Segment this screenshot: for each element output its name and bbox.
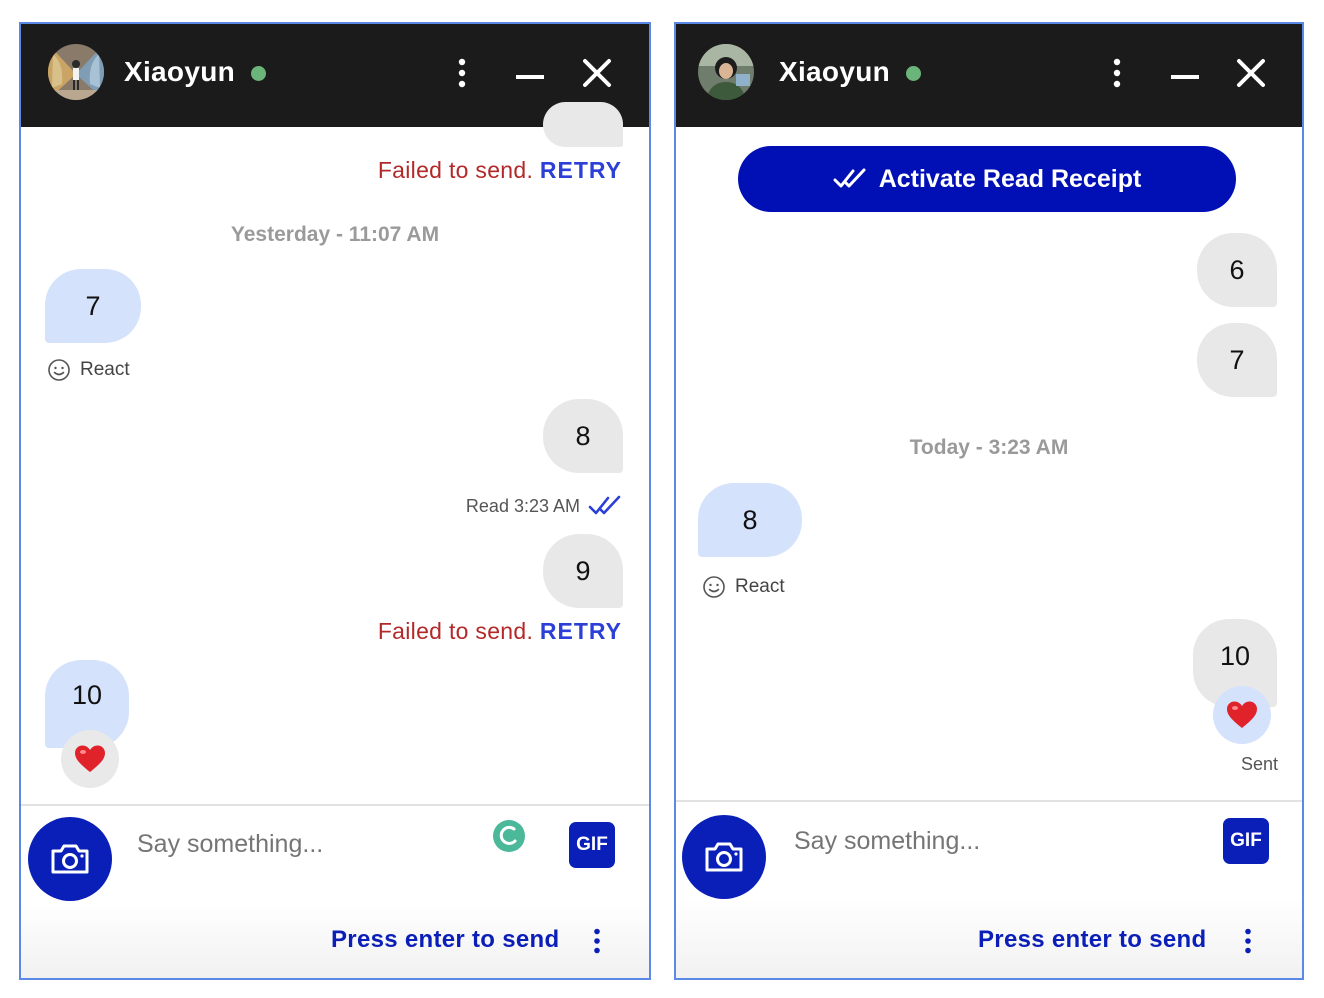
more-options-icon[interactable] bbox=[457, 58, 467, 93]
sent-message-bubble[interactable]: 8 bbox=[543, 399, 623, 473]
received-message-bubble[interactable]: 7 bbox=[45, 269, 141, 343]
online-status-dot bbox=[906, 66, 921, 81]
heart-icon bbox=[1227, 701, 1257, 728]
sent-message-bubble[interactable]: 6 bbox=[1197, 233, 1277, 307]
retry-button[interactable]: RETRY bbox=[540, 618, 622, 644]
online-status-dot bbox=[251, 66, 266, 81]
smiley-icon bbox=[48, 359, 70, 381]
retry-button[interactable]: RETRY bbox=[540, 157, 622, 183]
contact-name[interactable]: Xiaoyun bbox=[779, 56, 890, 88]
partial-message-bubble bbox=[543, 102, 623, 147]
message-input[interactable] bbox=[137, 830, 457, 859]
composer-more-icon[interactable] bbox=[592, 928, 602, 959]
react-label: React bbox=[80, 359, 130, 380]
chat-window-left: Xiaoyun Failed to send. RETRY Yesterday … bbox=[19, 22, 651, 980]
failed-text: Failed to send. bbox=[377, 618, 534, 644]
camera-icon bbox=[705, 842, 743, 872]
contact-name[interactable]: Xiaoyun bbox=[124, 56, 235, 88]
avatar[interactable] bbox=[698, 44, 754, 100]
message-text: 10 bbox=[1219, 641, 1251, 671]
press-enter-to-send[interactable]: Press enter to send bbox=[978, 926, 1206, 954]
sent-message-bubble[interactable]: 7 bbox=[1197, 323, 1277, 397]
grammarly-icon[interactable] bbox=[492, 819, 526, 858]
received-message-bubble[interactable]: 8 bbox=[698, 483, 802, 557]
message-input[interactable] bbox=[794, 827, 1114, 856]
more-options-icon[interactable] bbox=[1112, 58, 1122, 93]
activate-label: Activate Read Receipt bbox=[878, 164, 1142, 193]
react-label: React bbox=[735, 576, 785, 597]
chat-header: Xiaoyun bbox=[676, 24, 1302, 127]
minimize-icon[interactable] bbox=[515, 58, 545, 93]
failed-text: Failed to send. bbox=[377, 157, 534, 183]
camera-button[interactable] bbox=[682, 815, 766, 899]
failed-status: Failed to send. RETRY bbox=[378, 618, 622, 645]
double-check-icon bbox=[588, 495, 621, 515]
message-text: 6 bbox=[1229, 254, 1245, 285]
message-text: 7 bbox=[85, 290, 101, 321]
camera-button[interactable] bbox=[28, 817, 112, 901]
message-text: 8 bbox=[742, 504, 758, 535]
message-text: 9 bbox=[575, 555, 591, 586]
heart-icon bbox=[75, 745, 105, 772]
message-timestamp: Today - 3:23 AM bbox=[909, 436, 1069, 459]
message-text: 10 bbox=[71, 680, 103, 710]
gif-button[interactable]: GIF bbox=[569, 822, 615, 868]
sent-message-bubble[interactable]: 9 bbox=[543, 534, 623, 608]
failed-status: Failed to send. RETRY bbox=[378, 157, 622, 184]
activate-read-receipt-button[interactable]: Activate Read Receipt bbox=[738, 146, 1236, 212]
chat-window-right: Xiaoyun Activate Read Receipt 6 7 Today … bbox=[674, 22, 1304, 980]
message-text: 7 bbox=[1229, 344, 1245, 375]
smiley-icon bbox=[703, 576, 725, 598]
message-text: 8 bbox=[575, 420, 591, 451]
heart-reaction[interactable] bbox=[61, 730, 119, 788]
press-enter-to-send[interactable]: Press enter to send bbox=[331, 926, 559, 954]
avatar[interactable] bbox=[48, 44, 104, 100]
sent-status: Sent bbox=[1240, 754, 1278, 774]
read-receipt: Read 3:23 AM bbox=[466, 495, 622, 517]
message-timestamp: Yesterday - 11:07 AM bbox=[230, 223, 440, 246]
close-icon[interactable] bbox=[1236, 58, 1266, 93]
camera-icon bbox=[51, 844, 89, 874]
composer: GIF Press enter to send bbox=[21, 804, 649, 978]
double-check-icon bbox=[833, 168, 866, 188]
close-icon[interactable] bbox=[582, 58, 612, 93]
react-button[interactable]: React bbox=[702, 575, 785, 599]
heart-reaction[interactable] bbox=[1213, 686, 1271, 744]
gif-button[interactable]: GIF bbox=[1223, 818, 1269, 864]
composer: GIF Press enter to send bbox=[676, 800, 1302, 978]
read-status-text: Read 3:23 AM bbox=[465, 495, 580, 516]
react-button[interactable]: React bbox=[47, 358, 130, 382]
minimize-icon[interactable] bbox=[1170, 58, 1200, 93]
composer-more-icon[interactable] bbox=[1243, 928, 1253, 959]
